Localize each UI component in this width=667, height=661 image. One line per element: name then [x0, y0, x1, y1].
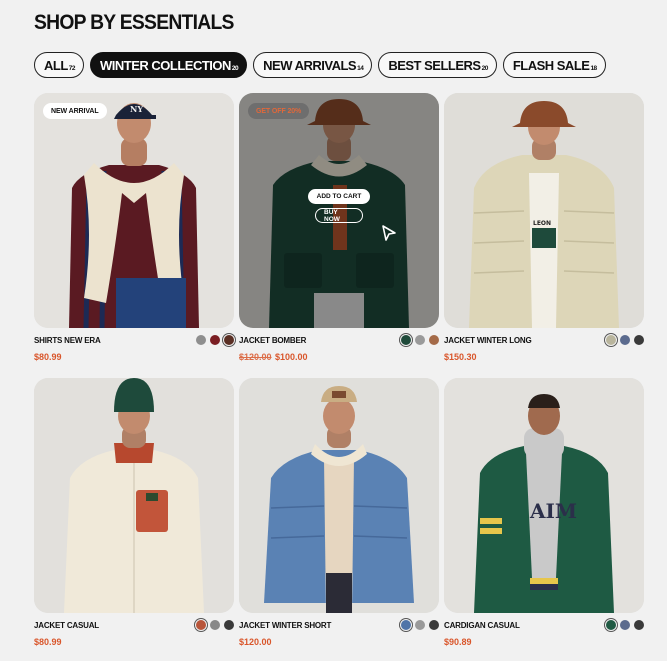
product-image[interactable]: NY NEW ARRIVAL [34, 93, 234, 328]
color-swatch[interactable] [620, 620, 630, 630]
product-name[interactable]: CARDIGAN CASUAL [444, 621, 520, 630]
buy-now-button[interactable]: BUY NOW [315, 208, 363, 223]
product-card[interactable]: NY NEW ARRIVAL SHIRTS NEW ERA $80.99 [34, 93, 234, 364]
product-image[interactable] [34, 378, 234, 613]
svg-text:LEON: LEON [533, 220, 551, 227]
color-swatch[interactable] [210, 335, 220, 345]
color-swatch[interactable] [634, 620, 644, 630]
product-image[interactable] [239, 378, 439, 613]
badge-new-arrival: NEW ARRIVAL [43, 103, 107, 119]
product-card[interactable]: JACKET WINTER SHORT $120.00 [239, 378, 439, 649]
svg-text:AIM: AIM [529, 499, 577, 523]
color-swatch-selected[interactable] [606, 335, 616, 345]
product-name[interactable]: JACKET WINTER SHORT [239, 621, 331, 630]
filter-chip-flash-sale[interactable]: FLASH SALE 18 [502, 52, 606, 78]
color-swatch-selected[interactable] [224, 335, 234, 345]
color-swatch[interactable] [210, 620, 220, 630]
color-swatch[interactable] [415, 335, 425, 345]
product-image[interactable]: AIM [444, 378, 644, 613]
product-card[interactable]: AIM CARDIGAN CASUAL $90.89 [444, 378, 644, 649]
product-price: $150.30 [444, 352, 477, 362]
filter-count: 14 [357, 64, 364, 72]
cursor-arrow-icon [382, 225, 396, 241]
color-swatch-selected[interactable] [401, 335, 411, 345]
filter-count: 20 [481, 64, 489, 72]
filter-bar: ALL 72 WINTER COLLECTION 20 NEW ARRIVALS 14… [34, 52, 606, 78]
product-price: $100.00 [275, 352, 308, 362]
svg-text:NY: NY [130, 104, 143, 114]
color-swatch-selected[interactable] [401, 620, 411, 630]
page-title: SHOP BY ESSENTIALS [34, 11, 234, 34]
color-swatch[interactable] [196, 335, 206, 345]
product-price: $80.99 [34, 637, 62, 647]
filter-count: 20 [231, 64, 239, 72]
product-name[interactable]: JACKET WINTER LONG [444, 336, 532, 345]
product-name[interactable]: SHIRTS NEW ERA [34, 336, 101, 345]
product-image[interactable]: GET OFF 20% ADD TO CART BUY NOW [239, 93, 439, 328]
filter-label: NEW ARRIVALS [263, 57, 357, 73]
filter-chip-new-arrivals[interactable]: NEW ARRIVALS 14 [253, 52, 373, 78]
product-price: $120.00 [239, 637, 272, 647]
filter-label: ALL [44, 57, 68, 73]
filter-count: 72 [68, 64, 76, 72]
color-swatch-selected[interactable] [196, 620, 206, 630]
product-name[interactable]: JACKET BOMBER [239, 336, 306, 345]
filter-label: WINTER COLLECTION [100, 57, 231, 73]
color-swatch[interactable] [224, 620, 234, 630]
color-swatches [196, 335, 234, 345]
color-swatch[interactable] [429, 620, 439, 630]
color-swatches [606, 335, 644, 345]
filter-label: BEST SELLERS [388, 57, 481, 73]
product-image[interactable]: LEON [444, 93, 644, 328]
color-swatches [401, 335, 439, 345]
filter-chip-winter-collection[interactable]: WINTER COLLECTION 20 [90, 52, 248, 78]
filter-label: FLASH SALE [512, 57, 590, 73]
filter-count: 18 [590, 64, 597, 72]
filter-chip-best-sellers[interactable]: BEST SELLERS 20 [378, 52, 497, 78]
color-swatches [401, 620, 439, 630]
color-swatches [196, 620, 234, 630]
original-price: $120.00 [239, 352, 272, 362]
color-swatch[interactable] [634, 335, 644, 345]
badge-discount: GET OFF 20% [248, 103, 310, 119]
color-swatch[interactable] [429, 335, 439, 345]
product-card[interactable]: GET OFF 20% ADD TO CART BUY NOW JACKET B… [239, 93, 439, 364]
product-price: $80.99 [34, 352, 62, 362]
color-swatch-selected[interactable] [606, 620, 616, 630]
color-swatches [606, 620, 644, 630]
add-to-cart-button[interactable]: ADD TO CART [308, 189, 370, 204]
filter-chip-all[interactable]: ALL 72 [34, 52, 85, 78]
product-price: $90.89 [444, 637, 472, 647]
product-card[interactable]: LEON JACKET WINTER LONG $150.30 [444, 93, 644, 364]
product-card[interactable]: JACKET CASUAL $80.99 [34, 378, 234, 649]
color-swatch[interactable] [415, 620, 425, 630]
product-name[interactable]: JACKET CASUAL [34, 621, 99, 630]
color-swatch[interactable] [620, 335, 630, 345]
